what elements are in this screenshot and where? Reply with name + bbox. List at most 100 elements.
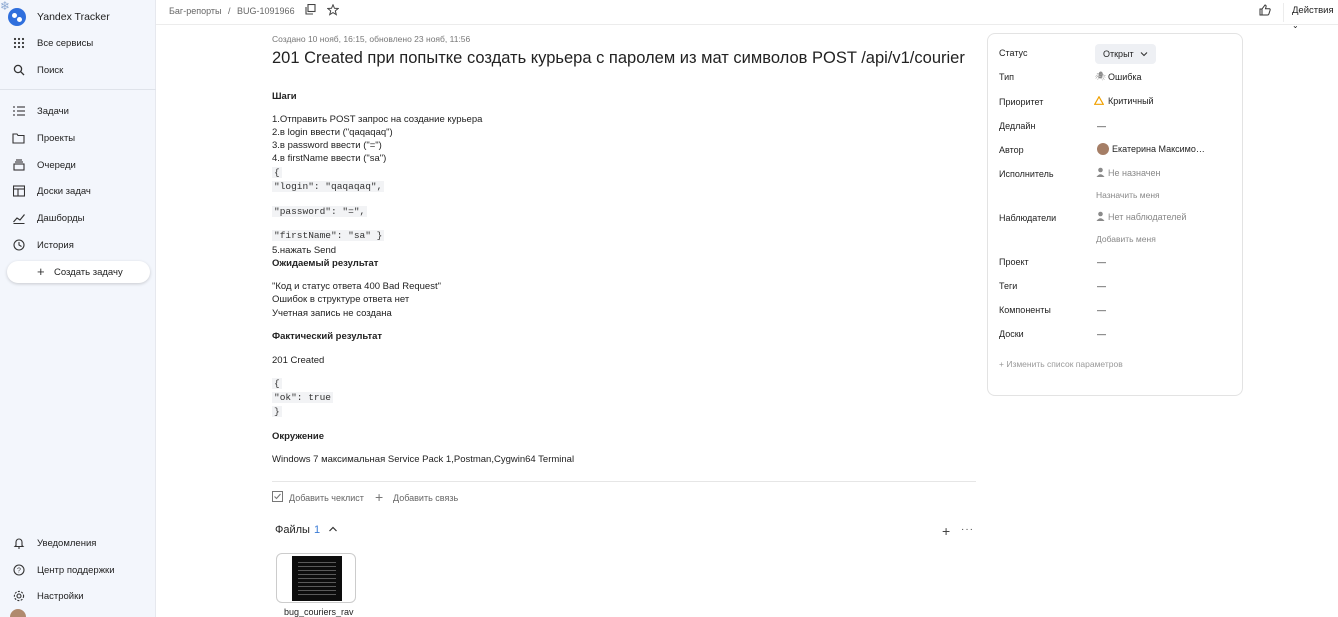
plus-icon[interactable]: + (375, 489, 383, 505)
sidebar-item-label: Проекты (37, 132, 76, 144)
more-icon[interactable]: ··· (961, 524, 974, 535)
sidebar-item-boards[interactable]: Доски задач (0, 179, 156, 203)
project-value[interactable]: — (1097, 257, 1106, 267)
star-icon[interactable] (326, 3, 340, 19)
boards-icon (12, 185, 25, 198)
history-icon (12, 239, 25, 252)
components-label: Компоненты (999, 305, 1051, 315)
steps-heading: Шаги (272, 91, 297, 102)
follow-me-link[interactable]: Добавить меня (1096, 234, 1156, 244)
project-label: Проект (999, 257, 1029, 267)
breadcrumb-issue-key[interactable]: BUG-1091966 (237, 6, 295, 16)
add-file-icon[interactable]: + (942, 523, 950, 539)
assignee-value[interactable]: Не назначен (1108, 168, 1160, 178)
file-name[interactable]: bug_couriers_rav (284, 607, 354, 617)
file-attachment[interactable] (276, 553, 356, 603)
sidebar-item-search[interactable]: Поиск (0, 58, 156, 82)
deadline-label: Дедлайн (999, 121, 1036, 131)
sidebar-item-label: Все сервисы (37, 37, 94, 49)
files-label: Файлы (275, 524, 310, 536)
author-value[interactable]: Екатерина Максимо… (1112, 144, 1205, 154)
create-task-label: Создать задачу (54, 267, 123, 278)
actual-line: 201 Created (272, 355, 325, 366)
breadcrumb-queue-link[interactable]: Баг-репорты (169, 6, 221, 16)
actions-label: Действия (1292, 5, 1334, 16)
sidebar-item-label: Поиск (37, 64, 64, 76)
status-dropdown[interactable]: Открыт (1095, 44, 1156, 64)
thumbs-up-icon[interactable] (1259, 4, 1271, 19)
sidebar-item-label: Задачи (37, 105, 69, 117)
components-value[interactable]: — (1097, 305, 1106, 315)
followers-value[interactable]: Нет наблюдателей (1108, 212, 1186, 222)
content-divider (272, 481, 976, 482)
copy-icon[interactable] (305, 3, 316, 18)
snowflake-icon: ❄ (0, 0, 11, 13)
code-line: { (272, 378, 282, 389)
brand[interactable]: ❄ Yandex Tracker (0, 0, 156, 32)
code-line: "ok": true (272, 392, 334, 403)
tags-value[interactable]: — (1097, 281, 1106, 291)
assignee-label: Исполнитель (999, 169, 1054, 179)
user-avatar[interactable] (10, 609, 26, 617)
create-task-button[interactable]: + Создать задачу (7, 261, 150, 283)
edit-params-link[interactable]: + Изменить список параметров (999, 359, 1123, 369)
author-avatar (1097, 143, 1109, 155)
expected-heading: Ожидаемый результат (272, 258, 379, 269)
tracker-logo-icon (8, 8, 26, 26)
sidebar-item-label: История (37, 239, 74, 251)
priority-value[interactable]: Критичный (1108, 96, 1154, 106)
tags-label: Теги (999, 281, 1018, 291)
bell-icon (12, 537, 25, 550)
actions-button[interactable]: Действия ⌄ (1283, 3, 1338, 30)
type-label: Тип (999, 72, 1015, 82)
checklist-icon[interactable] (272, 491, 283, 505)
gear-icon (12, 590, 25, 603)
person-icon (1096, 211, 1105, 224)
boards-label: Доски (999, 329, 1024, 339)
files-count: 1 (313, 524, 321, 536)
deadline-value[interactable]: — (1097, 121, 1106, 131)
chevron-down-icon: ⌄ (1292, 21, 1299, 30)
file-thumbnail (292, 556, 342, 601)
boards-value[interactable]: — (1097, 329, 1106, 339)
issue-meta: Создано 10 нояб, 16:15, обновлено 23 ноя… (272, 34, 471, 44)
search-icon (12, 64, 25, 77)
code-line: } (272, 406, 282, 417)
add-link-button[interactable]: Добавить связь (393, 493, 458, 503)
author-label: Автор (999, 145, 1024, 155)
dashboards-icon (12, 212, 25, 225)
expected-line: "Код и статус ответа 400 Bad Request" (272, 281, 441, 292)
sidebar-item-all-services[interactable]: Все сервисы (0, 31, 156, 55)
breadcrumb: Баг-репорты / BUG-1091966 (169, 6, 299, 16)
sidebar-item-label: Очереди (37, 159, 76, 171)
sidebar-divider (0, 89, 156, 90)
sidebar-item-support[interactable]: ? Центр поддержки (0, 558, 156, 582)
projects-icon (12, 132, 25, 145)
sidebar-item-dashboards[interactable]: Дашборды (0, 206, 156, 230)
chevron-down-icon (1140, 49, 1148, 59)
step-line: 3.в password ввести ("=") (272, 140, 382, 151)
sidebar-item-queues[interactable]: Очереди (0, 153, 156, 177)
step-line: 4.в firstName ввести ("sa") (272, 153, 387, 164)
actual-heading: Фактический результат (272, 331, 383, 342)
person-icon (1096, 167, 1105, 180)
sidebar-item-projects[interactable]: Проекты (0, 126, 156, 150)
sidebar-item-history[interactable]: История (0, 233, 156, 257)
step-line: 2.в login ввести ("qaqaqaq") (272, 127, 393, 138)
environment-heading: Окружение (272, 431, 324, 442)
priority-label: Приоритет (999, 97, 1044, 107)
sidebar-item-notifications[interactable]: Уведомления (0, 531, 156, 555)
issue-title[interactable]: 201 Created при попытке создать курьера … (272, 49, 965, 68)
grid-icon (12, 37, 25, 50)
type-value[interactable]: Ошибка (1108, 72, 1142, 82)
files-section-header[interactable]: Файлы 1 (275, 524, 320, 536)
top-bar: Баг-репорты / BUG-1091966 Действия ⌄ (156, 0, 1338, 30)
sidebar-item-tasks[interactable]: Задачи (0, 99, 156, 123)
sidebar-item-label: Дашборды (37, 212, 85, 224)
sidebar-item-settings[interactable]: Настройки (0, 584, 156, 608)
assign-me-link[interactable]: Назначить меня (1096, 190, 1160, 200)
expected-line: Ошибок в структуре ответа нет (272, 294, 410, 305)
code-line: "login": "qaqaqaq", (272, 181, 385, 192)
chevron-up-icon[interactable] (328, 524, 338, 537)
add-checklist-button[interactable]: Добавить чеклист (289, 493, 364, 503)
